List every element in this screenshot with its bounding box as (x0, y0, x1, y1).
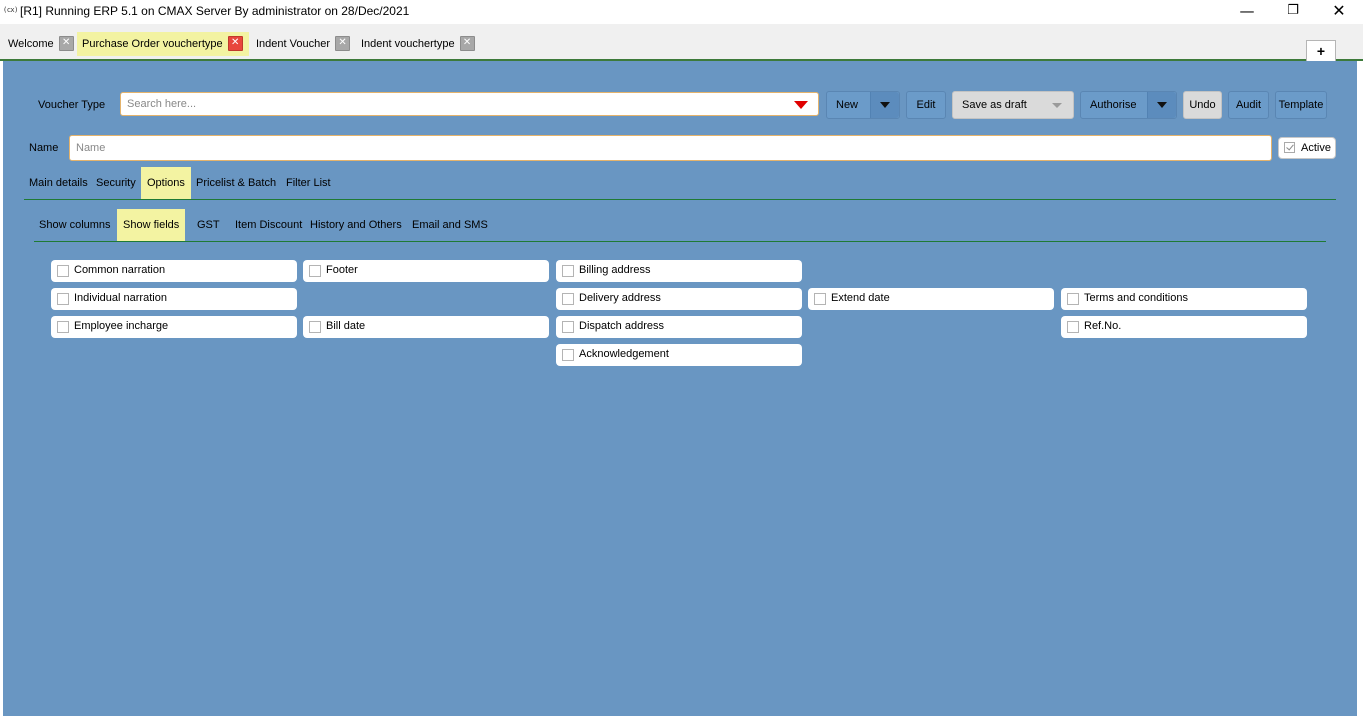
tab-main-details[interactable]: Main details (23, 167, 94, 199)
tab-security[interactable]: Security (90, 167, 142, 199)
tab-label: Purchase Order vouchertype (82, 38, 223, 50)
checkbox-icon (1067, 321, 1079, 333)
sub-tabs-divider (34, 241, 1326, 242)
main-tabs-divider (24, 199, 1336, 200)
title-bar: (cx) [R1] Running ERP 5.1 on CMAX Server… (0, 0, 1363, 24)
checkbox-icon (57, 321, 69, 333)
field-label: Individual narration (74, 292, 167, 304)
tab-close-icon[interactable]: ✕ (335, 35, 351, 51)
voucher-type-panel: Voucher Type New Edit Save as draft Auth… (3, 61, 1357, 716)
tab-close-icon[interactable]: ✕ (227, 35, 243, 51)
save-as-draft-label: Save as draft (962, 99, 1027, 111)
tab-indent-vouchertype[interactable]: Indent vouchertype ✕ (356, 32, 475, 56)
audit-button[interactable]: Audit (1228, 91, 1269, 119)
active-checkbox[interactable]: Active (1278, 137, 1336, 159)
close-window-button[interactable]: ✕ (1316, 0, 1362, 24)
new-button[interactable]: New (826, 91, 900, 119)
authorise-button[interactable]: Authorise (1080, 91, 1177, 119)
tab-close-icon[interactable]: ✕ (58, 35, 74, 51)
footer-checkbox[interactable]: Footer (303, 260, 549, 282)
tab-email-and-sms[interactable]: Email and SMS (406, 209, 494, 241)
checkbox-icon (1067, 293, 1079, 305)
field-label: Bill date (326, 320, 366, 332)
tab-pricelist-batch[interactable]: Pricelist & Batch (190, 167, 282, 199)
voucher-type-search-input[interactable] (121, 93, 767, 115)
tab-indent-voucher[interactable]: Indent Voucher ✕ (251, 32, 351, 56)
delivery-address-checkbox[interactable]: Delivery address (556, 288, 802, 310)
chevron-down-icon (1157, 102, 1167, 108)
document-tab-strip: Welcome ✕ Purchase Order vouchertype ✕ Ind… (0, 24, 1363, 61)
individual-narration-checkbox[interactable]: Individual narration (51, 288, 297, 310)
field-label: Ref.No. (1084, 320, 1122, 332)
name-field[interactable] (69, 135, 1272, 161)
tab-welcome[interactable]: Welcome ✕ (3, 32, 74, 56)
minimize-button[interactable]: — (1224, 0, 1270, 24)
bill-date-checkbox[interactable]: Bill date (303, 316, 549, 338)
checkbox-icon (57, 265, 69, 277)
tab-label: Indent vouchertype (361, 38, 455, 50)
save-as-draft-button[interactable]: Save as draft (952, 91, 1074, 119)
app-logo-icon: (cx) (3, 6, 18, 14)
checkbox-icon (562, 265, 574, 277)
checkbox-icon (562, 321, 574, 333)
field-label: Footer (326, 264, 358, 276)
check-mark-icon (1284, 142, 1295, 153)
new-button-label: New (836, 99, 859, 111)
tab-show-columns[interactable]: Show columns (33, 209, 117, 241)
name-input[interactable] (70, 136, 1256, 160)
authorise-button-label: Authorise (1090, 99, 1137, 111)
chevron-down-icon (1052, 103, 1062, 108)
tab-filter-list[interactable]: Filter List (280, 167, 337, 199)
checkbox-icon (309, 265, 321, 277)
add-tab-button[interactable]: + (1306, 40, 1336, 61)
acknowledgement-checkbox[interactable]: Acknowledgement (556, 344, 802, 366)
name-label: Name (29, 142, 59, 154)
voucher-type-search[interactable] (120, 92, 819, 116)
field-label: Employee incharge (74, 320, 169, 332)
checkbox-icon (309, 321, 321, 333)
authorise-split-dropdown[interactable] (1147, 92, 1176, 118)
chevron-down-icon (880, 102, 890, 108)
field-label: Common narration (74, 264, 166, 276)
checkbox-icon (562, 293, 574, 305)
checkbox-icon (814, 293, 826, 305)
restore-button[interactable]: ❐ (1270, 0, 1316, 24)
field-label: Delivery address (579, 292, 661, 304)
tab-label: Welcome (8, 38, 54, 50)
checkbox-icon (57, 293, 69, 305)
employee-incharge-checkbox[interactable]: Employee incharge (51, 316, 297, 338)
tab-history-and-others[interactable]: History and Others (304, 209, 408, 241)
billing-address-checkbox[interactable]: Billing address (556, 260, 802, 282)
common-narration-checkbox[interactable]: Common narration (51, 260, 297, 282)
voucher-type-label: Voucher Type (38, 99, 106, 111)
extend-date-checkbox[interactable]: Extend date (808, 288, 1054, 310)
field-label: Acknowledgement (579, 348, 669, 360)
terms-and-conditions-checkbox[interactable]: Terms and conditions (1061, 288, 1307, 310)
tab-options[interactable]: Options (141, 167, 191, 199)
tab-show-fields[interactable]: Show fields (117, 209, 186, 241)
edit-button[interactable]: Edit (906, 91, 946, 119)
tab-close-icon[interactable]: ✕ (459, 35, 475, 51)
new-split-dropdown[interactable] (870, 92, 899, 118)
tab-gst[interactable]: GST (191, 209, 226, 241)
field-label: Extend date (831, 292, 890, 304)
template-button[interactable]: Template (1275, 91, 1327, 119)
active-label: Active (1301, 142, 1331, 154)
field-label: Dispatch address (579, 320, 664, 332)
field-label: Terms and conditions (1084, 292, 1188, 304)
undo-button[interactable]: Undo (1183, 91, 1222, 119)
tab-item-discount[interactable]: Item Discount (229, 209, 308, 241)
window-title: [R1] Running ERP 5.1 on CMAX Server By a… (20, 4, 410, 18)
field-label: Billing address (579, 264, 651, 276)
checkbox-icon (562, 349, 574, 361)
tab-purchase-order-vouchertype[interactable]: Purchase Order vouchertype ✕ (77, 32, 249, 56)
ref-no-checkbox[interactable]: Ref.No. (1061, 316, 1307, 338)
dispatch-address-checkbox[interactable]: Dispatch address (556, 316, 802, 338)
dropdown-arrow-icon[interactable] (794, 101, 808, 109)
tab-label: Indent Voucher (256, 38, 331, 50)
